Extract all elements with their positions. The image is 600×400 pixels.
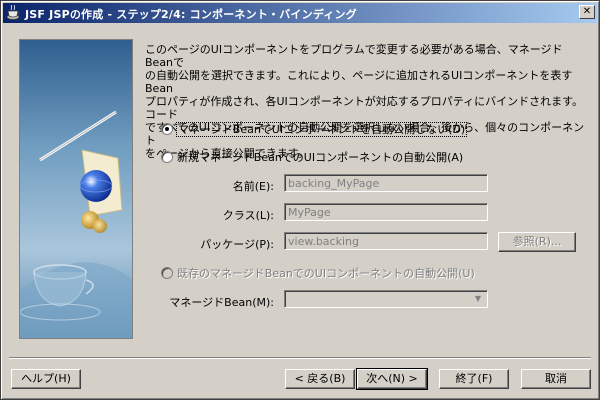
package-field[interactable]: view.backing bbox=[284, 232, 488, 250]
finish-button[interactable]: 終了(F) bbox=[439, 369, 509, 389]
option-new-bean-label: 新規マネージドBeanでのUIコンポーネントの自動公開(A) bbox=[177, 151, 464, 164]
wizard-dialog: JSF JSPの作成 - ステップ2/4: コンポーネント・バインディング ✕ bbox=[0, 0, 600, 400]
class-label: クラス(L): bbox=[222, 209, 274, 222]
option-no-expose-label: マネージドBeanでUIコンポーネントを自動公開しない(D) bbox=[175, 122, 468, 137]
window-title: JSF JSPの作成 - ステップ2/4: コンポーネント・バインディング bbox=[25, 8, 357, 21]
back-button[interactable]: < 戻る(B) bbox=[285, 369, 355, 389]
option-no-expose[interactable]: マネージドBeanでUIコンポーネントを自動公開しない(D) bbox=[161, 121, 468, 137]
option-new-bean[interactable]: 新規マネージドBeanでのUIコンポーネントの自動公開(A) bbox=[161, 149, 463, 165]
coffee-cup-icon bbox=[6, 5, 20, 20]
radio-no-expose[interactable] bbox=[161, 123, 173, 135]
title-bar[interactable]: JSF JSPの作成 - ステップ2/4: コンポーネント・バインディング ✕ bbox=[3, 3, 597, 23]
managed-bean-select[interactable]: ▼ bbox=[284, 290, 488, 308]
wizard-graphic-icon bbox=[20, 40, 132, 338]
class-field[interactable]: MyPage bbox=[284, 203, 488, 221]
radio-existing-bean[interactable] bbox=[161, 267, 173, 279]
option-existing-bean[interactable]: 既存のマネージドBeanでのUIコンポーネントの自動公開(U) bbox=[161, 265, 475, 281]
managed-bean-label: マネージドBean(M): bbox=[169, 296, 274, 309]
name-field[interactable]: backing_MyPage bbox=[284, 174, 488, 192]
chevron-down-icon[interactable]: ▼ bbox=[471, 293, 485, 305]
wizard-illustration bbox=[19, 39, 133, 339]
footer-separator bbox=[9, 357, 591, 359]
close-icon: ✕ bbox=[582, 6, 592, 17]
radio-new-bean[interactable] bbox=[161, 151, 173, 163]
option-existing-bean-label: 既存のマネージドBeanでのUIコンポーネントの自動公開(U) bbox=[177, 267, 475, 280]
package-label: パッケージ(P): bbox=[200, 238, 274, 251]
close-button[interactable]: ✕ bbox=[579, 5, 595, 19]
name-label: 名前(E): bbox=[232, 180, 274, 193]
intro-description: このページのUIコンポーネントをプログラムで変更する必要がある場合、マネージドB… bbox=[145, 43, 585, 160]
help-button[interactable]: ヘルプ(H) bbox=[11, 369, 81, 389]
next-button[interactable]: 次へ(N) > bbox=[356, 368, 428, 390]
browse-button[interactable]: 参照(R)... bbox=[498, 232, 576, 252]
cancel-button[interactable]: 取消 bbox=[521, 369, 591, 389]
